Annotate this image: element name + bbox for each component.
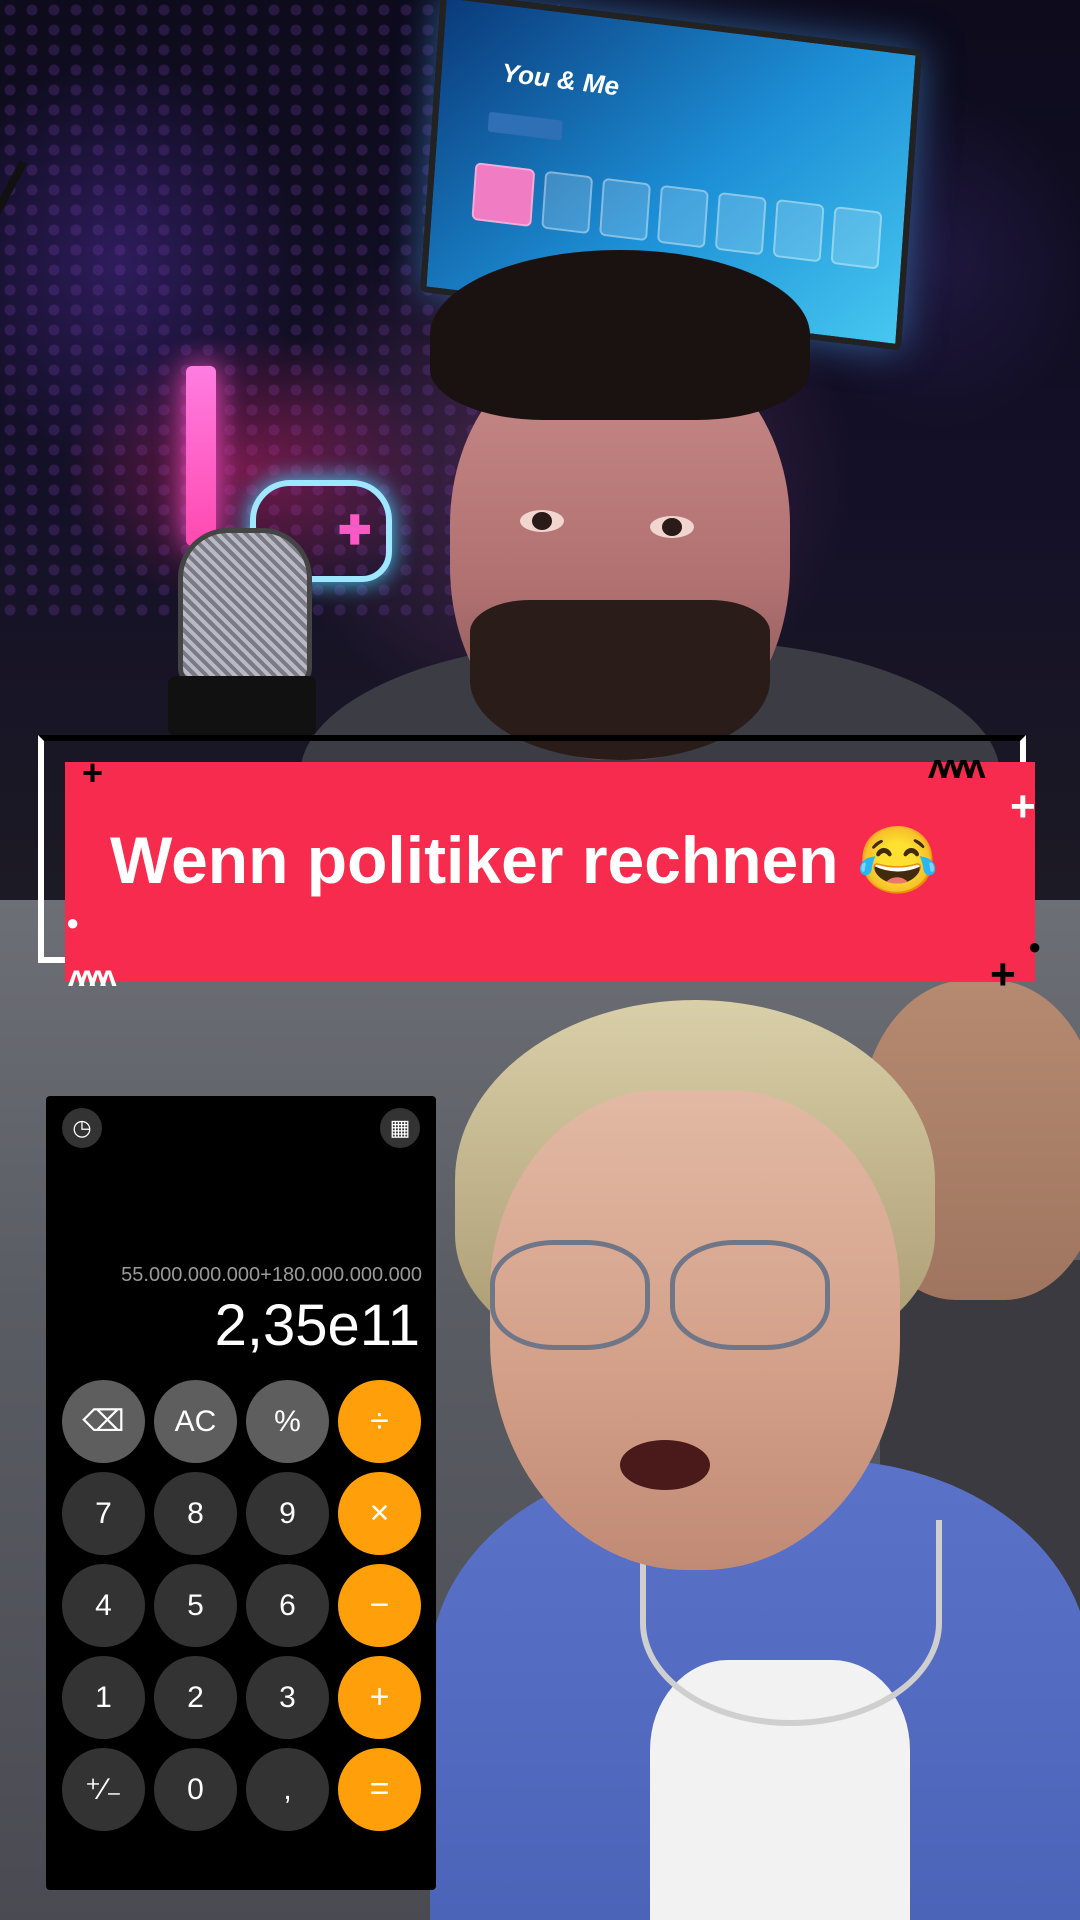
- calc-key-15[interactable]: +: [338, 1656, 421, 1739]
- calc-key-6[interactable]: 9: [246, 1472, 329, 1555]
- calculator-result: 2,35e11: [214, 1293, 420, 1358]
- streamer-hair: [430, 250, 810, 420]
- calc-key-7[interactable]: ×: [338, 1472, 421, 1555]
- monitor-title: You & Me: [500, 57, 621, 102]
- calc-key-17[interactable]: 0: [154, 1748, 237, 1831]
- history-icon[interactable]: ◷: [62, 1108, 102, 1148]
- calc-key-14[interactable]: 3: [246, 1656, 329, 1739]
- speaker-glasses: [490, 1240, 840, 1350]
- zigzag-decoration: ᴧᴧᴧᴧ: [928, 748, 986, 786]
- plus-decoration: +: [82, 752, 104, 793]
- calc-key-3[interactable]: ÷: [338, 1380, 421, 1463]
- zigzag-decoration: ᴧᴧᴧᴧ: [68, 960, 117, 993]
- neon-light-bar: [186, 366, 216, 546]
- dot-decoration: ●: [66, 910, 80, 935]
- calculator-keypad: ⌫ AC% ÷ 7 8 9 × 4 5 6− 1 2 3 + ⁺∕₋ 0, =: [62, 1380, 421, 1831]
- calc-key-5[interactable]: 8: [154, 1472, 237, 1555]
- microphone: [178, 528, 312, 688]
- calc-key-18[interactable]: ,: [246, 1748, 329, 1831]
- calculator-app: ◷ ▦ 55.000.000.000+180.000.000.000 2,35e…: [46, 1096, 436, 1890]
- calc-key-19[interactable]: =: [338, 1748, 421, 1831]
- calc-key-16[interactable]: ⁺∕₋: [62, 1748, 145, 1831]
- calculator-icon[interactable]: ▦: [380, 1108, 420, 1148]
- calc-key-13[interactable]: 2: [154, 1656, 237, 1739]
- dot-decoration: ●: [1028, 934, 1042, 959]
- calc-key-8[interactable]: 4: [62, 1564, 145, 1647]
- calc-key-9[interactable]: 5: [154, 1564, 237, 1647]
- monitor-button: [487, 111, 563, 141]
- calc-key-12[interactable]: 1: [62, 1656, 145, 1739]
- calc-key-2[interactable]: %: [246, 1380, 329, 1463]
- calc-key-1[interactable]: AC: [154, 1380, 237, 1463]
- plus-decoration: +: [1010, 782, 1036, 831]
- calc-key-4[interactable]: 7: [62, 1472, 145, 1555]
- calc-key-10[interactable]: 6: [246, 1564, 329, 1647]
- plus-decoration: +: [990, 950, 1016, 999]
- calc-key-11[interactable]: −: [338, 1564, 421, 1647]
- caption-text: Wenn politiker rechnen 😂: [110, 823, 940, 897]
- backspace-icon[interactable]: ⌫: [62, 1380, 145, 1463]
- calculator-expression: 55.000.000.000+180.000.000.000: [121, 1264, 422, 1286]
- microphone-mount: [168, 676, 316, 736]
- speaker-mouth: [620, 1440, 710, 1490]
